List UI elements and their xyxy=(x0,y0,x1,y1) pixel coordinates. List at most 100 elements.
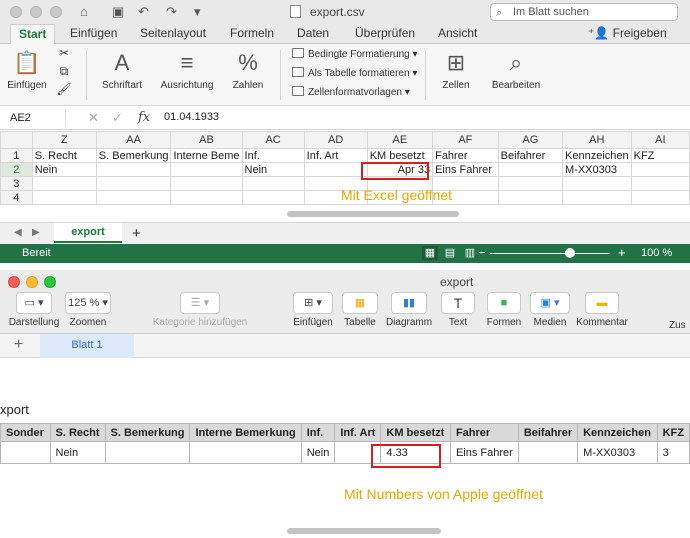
numbers-canvas[interactable]: xport Sonder S. Recht S. Bemerkung Interne … xyxy=(0,358,690,538)
zoom-slider[interactable] xyxy=(490,253,610,254)
function-icon[interactable]: fx xyxy=(138,110,150,125)
share-button[interactable]: Zus xyxy=(669,292,690,331)
chart-button[interactable]: ▮▮ Diagramm xyxy=(384,292,434,328)
cell-styles-button[interactable]: Zellenformatvorlagen ▾ xyxy=(292,85,410,101)
cell[interactable]: KFZ xyxy=(630,148,690,163)
add-category-button[interactable]: ☰ ▾ Kategorie hinzufügen xyxy=(145,292,255,328)
select-all-corner[interactable] xyxy=(0,131,33,149)
cell[interactable]: S. Recht xyxy=(31,148,97,163)
sheet-search-input[interactable]: ⌕ Im Blatt suchen xyxy=(490,3,678,21)
column-header[interactable]: AE xyxy=(366,131,434,149)
zoom-button[interactable]: 125 % ▾ Zoomen xyxy=(62,292,114,328)
more-icon[interactable]: ▾ xyxy=(194,4,201,20)
table-button[interactable]: ▦ Tabelle xyxy=(339,292,381,328)
tab-seitenlayout[interactable]: Seitenlayout xyxy=(140,24,206,44)
header-cell[interactable]: Fahrer xyxy=(449,423,519,442)
header-cell[interactable]: Interne Bemerkung xyxy=(189,423,302,442)
cancel-icon[interactable]: ✕ xyxy=(88,110,99,126)
column-header[interactable]: AG xyxy=(497,131,564,149)
cell[interactable] xyxy=(95,162,172,177)
cell[interactable]: Beifahrer xyxy=(497,148,564,163)
cell[interactable] xyxy=(497,176,564,191)
format-as-table-button[interactable]: Als Tabelle formatieren ▾ xyxy=(292,66,417,82)
minimize-window-button[interactable] xyxy=(26,276,38,288)
cell[interactable]: S. Bemerkung xyxy=(95,148,172,163)
paste-button[interactable]: 📋 Einfügen xyxy=(6,48,48,91)
cell[interactable]: Eins Fahrer xyxy=(432,162,499,177)
cell[interactable] xyxy=(630,162,690,177)
table-cell[interactable] xyxy=(104,441,191,464)
cell[interactable]: Kennzeichen xyxy=(562,148,632,163)
zoom-in-icon[interactable]: + xyxy=(618,245,626,260)
copy-icon[interactable]: ⧉ xyxy=(56,64,72,79)
row-header[interactable]: 4 xyxy=(0,190,33,205)
add-sheet-icon[interactable]: + xyxy=(132,225,141,242)
cell[interactable] xyxy=(241,176,305,191)
minimize-window-button[interactable] xyxy=(30,6,42,18)
tab-formeln[interactable]: Formeln xyxy=(230,24,274,44)
share-button[interactable]: ⁺👤 Freigeben xyxy=(588,26,667,40)
header-cell[interactable]: Sonder xyxy=(0,423,51,442)
horizontal-scrollbar[interactable] xyxy=(287,528,441,534)
alignment-button[interactable]: ≡ Ausrichtung xyxy=(158,48,216,91)
cell[interactable] xyxy=(170,162,243,177)
table-cell[interactable]: Nein xyxy=(300,441,336,464)
column-header[interactable]: AH xyxy=(562,131,632,149)
cell[interactable]: Nein xyxy=(31,162,97,177)
table-title[interactable]: xport xyxy=(0,402,29,417)
table-cell[interactable]: M-XX0303 xyxy=(577,441,658,464)
cells-button[interactable]: ⊞ Zellen xyxy=(434,48,478,91)
header-cell[interactable]: S. Bemerkung xyxy=(104,423,191,442)
media-button[interactable]: ▣ ▾ Medien xyxy=(528,292,572,328)
add-sheet-icon[interactable]: + xyxy=(14,336,23,354)
zoom-slider-thumb[interactable] xyxy=(565,248,576,258)
table-cell[interactable]: 3 xyxy=(656,441,690,464)
column-header[interactable]: AB xyxy=(170,131,243,149)
view-button[interactable]: ▭ ▾ Darstellung xyxy=(6,292,62,328)
cell[interactable] xyxy=(630,176,690,191)
page-break-view-icon[interactable]: ▥ xyxy=(462,246,478,260)
close-window-button[interactable] xyxy=(10,6,22,18)
cell[interactable]: Nein xyxy=(241,162,305,177)
cell[interactable] xyxy=(95,176,172,191)
column-header[interactable]: AC xyxy=(241,131,305,149)
column-header[interactable]: Z xyxy=(31,131,97,149)
format-painter-icon[interactable]: 🖌 xyxy=(56,82,72,96)
cell[interactable] xyxy=(562,176,632,191)
column-header[interactable]: AA xyxy=(95,131,172,149)
cell[interactable]: Interne Beme xyxy=(170,148,243,163)
cell[interactable] xyxy=(497,162,564,177)
cell[interactable] xyxy=(241,190,305,205)
header-cell[interactable]: S. Recht xyxy=(49,423,106,442)
page-layout-view-icon[interactable]: ▤ xyxy=(442,246,458,260)
undo-icon[interactable]: ↶ xyxy=(138,4,149,20)
tab-ueberpruefen[interactable]: Überprüfen xyxy=(355,24,415,44)
header-cell[interactable]: KM besetzt xyxy=(380,423,451,442)
cell[interactable]: KM besetzt xyxy=(366,148,434,163)
cell[interactable] xyxy=(170,190,243,205)
cut-icon[interactable]: ✂ xyxy=(56,46,72,60)
table-cell[interactable] xyxy=(0,441,51,464)
normal-view-icon[interactable]: ▦ xyxy=(422,246,438,260)
cell[interactable]: M-XX0303 xyxy=(562,162,632,177)
column-header[interactable]: AD xyxy=(303,131,368,149)
cell[interactable] xyxy=(31,190,97,205)
cell[interactable] xyxy=(303,162,368,177)
row-header[interactable]: 2 xyxy=(0,162,33,177)
name-box[interactable]: AE2 xyxy=(4,109,66,127)
table-cell[interactable]: Nein xyxy=(49,441,106,464)
column-header[interactable]: AF xyxy=(432,131,499,149)
cell[interactable]: Fahrer xyxy=(432,148,499,163)
prev-sheet-icon[interactable]: ◀ xyxy=(14,227,22,238)
insert-button[interactable]: ⊞ ▾ Einfügen xyxy=(288,292,338,328)
text-button[interactable]: T Text xyxy=(440,292,476,328)
next-sheet-icon[interactable]: ▶ xyxy=(32,227,40,238)
zoom-window-button[interactable] xyxy=(44,276,56,288)
table-cell[interactable]: Eins Fahrer xyxy=(449,441,519,464)
table-cell[interactable] xyxy=(517,441,579,464)
editing-button[interactable]: ⌕ Bearbeiten xyxy=(488,48,544,91)
cell[interactable] xyxy=(497,190,564,205)
confirm-icon[interactable]: ✓ xyxy=(112,110,123,126)
formula-input[interactable]: 01.04.1933 xyxy=(164,111,219,123)
number-button[interactable]: % Zahlen xyxy=(226,48,270,91)
